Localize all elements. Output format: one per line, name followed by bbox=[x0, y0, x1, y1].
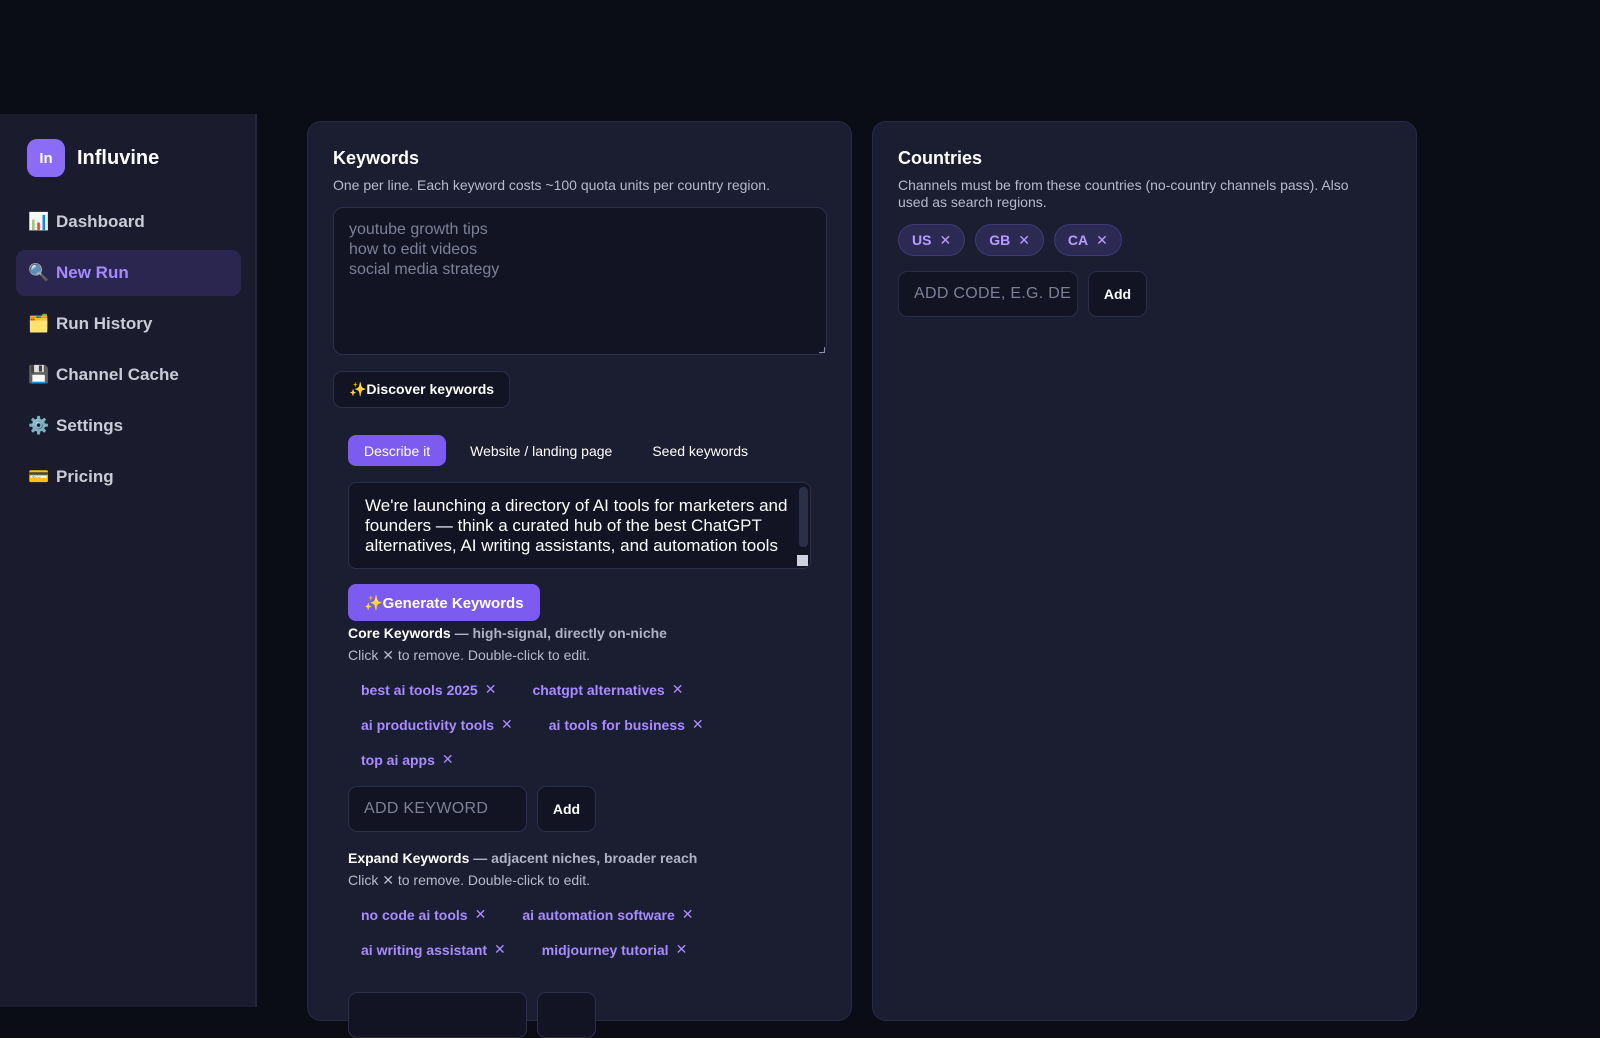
expand-keyword-add-row bbox=[348, 992, 596, 1038]
core-keywords-heading: Core Keywords — high-signal, directly on… bbox=[348, 625, 667, 641]
sidebar-item-pricing[interactable]: 💳 Pricing bbox=[16, 454, 241, 500]
keyword-chip[interactable]: midjourney tutorial ✕ bbox=[529, 941, 701, 958]
keywords-textarea[interactable]: youtube growth tips how to edit videos s… bbox=[333, 207, 827, 355]
expand-keywords-help: Click ✕ to remove. Double-click to edit. bbox=[348, 872, 591, 888]
core-keywords-help: Click ✕ to remove. Double-click to edit. bbox=[348, 647, 591, 663]
sidebar-item-label: Dashboard bbox=[56, 212, 145, 231]
sidebar-item-channel-cache[interactable]: 💾 Channel Cache bbox=[16, 352, 241, 398]
brand-logo: In bbox=[27, 139, 65, 177]
add-country-input[interactable]: ADD CODE, E.G. DE bbox=[898, 271, 1078, 317]
discover-keywords-button[interactable]: ✨Discover keywords bbox=[333, 371, 511, 408]
country-chip-gb[interactable]: GB ✕ bbox=[975, 224, 1044, 256]
sidebar-item-label: Pricing bbox=[56, 467, 114, 486]
add-keyword-button[interactable]: Add bbox=[537, 786, 596, 832]
keywords-card: Keywords One per line. Each keyword cost… bbox=[307, 121, 852, 1038]
top-bar bbox=[0, 0, 1600, 114]
keywords-subtitle: One per line. Each keyword costs ~100 qu… bbox=[333, 177, 770, 193]
add-expand-keyword-input[interactable] bbox=[348, 992, 527, 1038]
remove-icon[interactable]: ✕ bbox=[494, 941, 506, 958]
remove-icon[interactable]: ✕ bbox=[442, 751, 454, 768]
description-text: We're launching a directory of AI tools … bbox=[365, 496, 788, 555]
credit-card-icon: 💳 bbox=[28, 467, 50, 486]
country-chip-ca[interactable]: CA ✕ bbox=[1053, 224, 1122, 256]
keyword-source-tabs: Describe it Website / landing page Seed … bbox=[348, 435, 772, 466]
core-keyword-add-row: ADD KEYWORD Add bbox=[348, 786, 596, 832]
sidebar-item-label: Run History bbox=[56, 314, 153, 333]
add-keyword-input[interactable]: ADD KEYWORD bbox=[348, 786, 527, 832]
gear-icon: ⚙️ bbox=[28, 416, 50, 435]
sidebar-nav: 📊 Dashboard 🔍 New Run 🗂️ Run History 💾 C… bbox=[16, 199, 241, 505]
floppy-disk-icon: 💾 bbox=[28, 365, 50, 384]
remove-icon[interactable]: ✕ bbox=[1096, 232, 1108, 249]
generate-keywords-button[interactable]: ✨Generate Keywords bbox=[348, 584, 540, 621]
country-chips: US ✕ GB ✕ CA ✕ bbox=[898, 224, 1132, 256]
remove-icon[interactable]: ✕ bbox=[682, 906, 694, 923]
expand-keywords-heading: Expand Keywords — adjacent niches, broad… bbox=[348, 850, 698, 866]
keyword-chip[interactable]: top ai apps ✕ bbox=[348, 751, 467, 768]
brand[interactable]: In Influvine bbox=[27, 139, 159, 177]
sidebar-item-run-history[interactable]: 🗂️ Run History bbox=[16, 301, 241, 347]
keyword-chip[interactable]: ai tools for business ✕ bbox=[536, 716, 717, 733]
tab-describe-it[interactable]: Describe it bbox=[348, 435, 447, 466]
countries-card: Countries Channels must be from these co… bbox=[872, 121, 1417, 1021]
remove-icon[interactable]: ✕ bbox=[676, 941, 688, 958]
tab-seed-keywords[interactable]: Seed keywords bbox=[636, 435, 764, 466]
remove-icon[interactable]: ✕ bbox=[672, 681, 684, 698]
sidebar-item-new-run[interactable]: 🔍 New Run bbox=[16, 250, 241, 296]
remove-icon[interactable]: ✕ bbox=[485, 681, 497, 698]
sidebar-item-dashboard[interactable]: 📊 Dashboard bbox=[16, 199, 241, 245]
remove-icon[interactable]: ✕ bbox=[501, 716, 513, 733]
keyword-chip[interactable]: chatgpt alternatives ✕ bbox=[519, 681, 696, 698]
keyword-chip[interactable]: ai automation software ✕ bbox=[509, 906, 706, 923]
remove-icon[interactable]: ✕ bbox=[475, 906, 487, 923]
add-country-button[interactable]: Add bbox=[1088, 271, 1147, 317]
sidebar-item-settings[interactable]: ⚙️ Settings bbox=[16, 403, 241, 449]
countries-title: Countries bbox=[898, 148, 983, 168]
bar-chart-icon: 📊 bbox=[28, 212, 50, 231]
brand-name: Influvine bbox=[77, 146, 160, 169]
core-keyword-chips: best ai tools 2025 ✕ chatgpt alternatives… bbox=[348, 672, 818, 777]
sidebar-item-label: Settings bbox=[56, 416, 124, 435]
magnifier-icon: 🔍 bbox=[28, 263, 50, 282]
countries-subtitle: Channels must be from these countries (n… bbox=[898, 177, 1349, 210]
expand-keyword-chips: no code ai tools ✕ ai automation software… bbox=[348, 897, 818, 967]
country-chip-us[interactable]: US ✕ bbox=[898, 224, 966, 256]
folder-icon: 🗂️ bbox=[28, 314, 50, 333]
description-textarea[interactable]: We're launching a directory of AI tools … bbox=[348, 482, 811, 569]
sidebar: In Influvine 📊 Dashboard 🔍 New Run 🗂️ Ru… bbox=[0, 114, 257, 1007]
resize-grip-icon[interactable] bbox=[797, 555, 808, 566]
tab-website-landing-page[interactable]: Website / landing page bbox=[454, 435, 628, 466]
country-add-row: ADD CODE, E.G. DE Add bbox=[898, 271, 1147, 317]
keyword-chip[interactable]: ai writing assistant ✕ bbox=[348, 941, 519, 958]
remove-icon[interactable]: ✕ bbox=[939, 232, 951, 249]
keyword-chip[interactable]: best ai tools 2025 ✕ bbox=[348, 681, 509, 698]
remove-icon[interactable]: ✕ bbox=[1018, 232, 1030, 249]
resize-grip-icon[interactable] bbox=[819, 347, 825, 353]
sidebar-item-label: New Run bbox=[56, 263, 129, 282]
sidebar-item-label: Channel Cache bbox=[56, 365, 179, 384]
add-expand-keyword-button[interactable] bbox=[537, 992, 596, 1038]
keyword-chip[interactable]: no code ai tools ✕ bbox=[348, 906, 499, 923]
keywords-title: Keywords bbox=[333, 148, 420, 168]
keyword-chip[interactable]: ai productivity tools ✕ bbox=[348, 716, 526, 733]
remove-icon[interactable]: ✕ bbox=[692, 716, 704, 733]
description-scrollbar[interactable] bbox=[799, 487, 808, 547]
